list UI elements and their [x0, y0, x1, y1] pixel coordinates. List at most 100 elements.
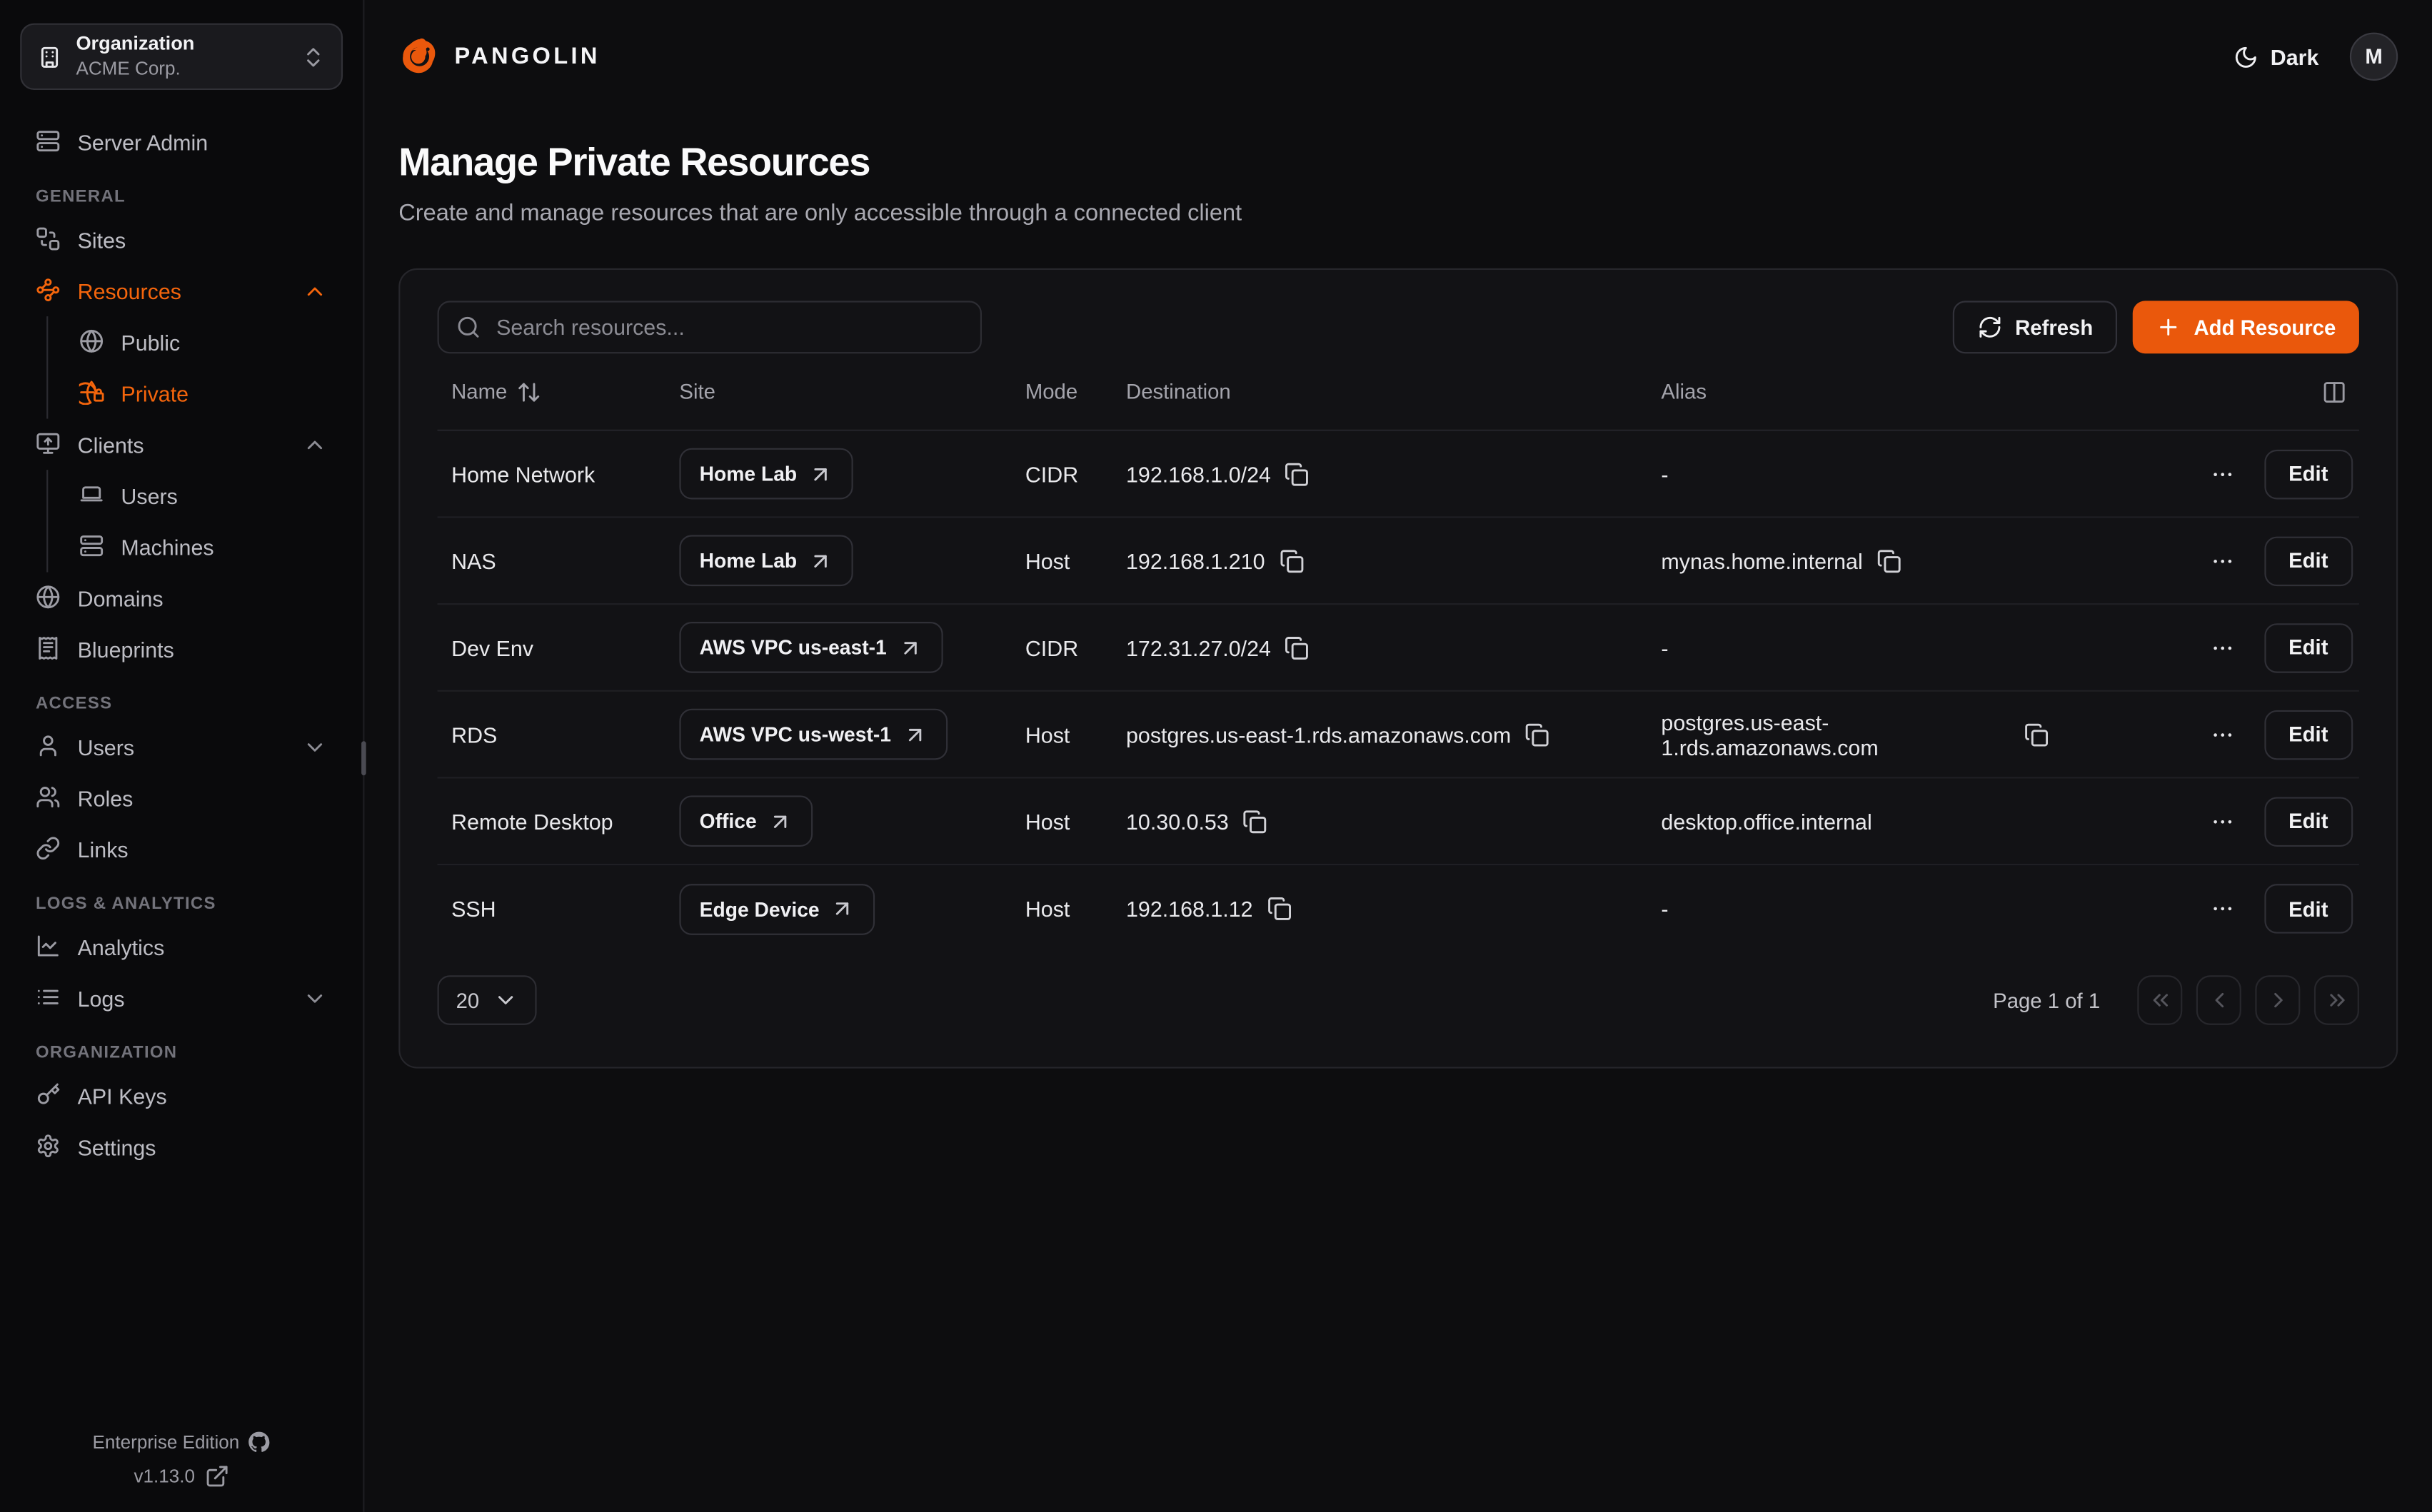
row-menu-button[interactable] [2206, 458, 2237, 489]
github-icon[interactable] [248, 1431, 270, 1453]
sidebar-subitem-users[interactable]: Users [64, 470, 343, 521]
cell-destination: 192.168.1.12 [1126, 897, 1661, 922]
cell-site: Home Lab [679, 448, 1025, 500]
cell-site: AWS VPC us-east-1 [679, 622, 1025, 673]
copy-destination-button[interactable] [1525, 722, 1550, 747]
page-title: Manage Private Resources [398, 141, 2398, 186]
chevron-down-icon[interactable] [303, 985, 328, 1010]
chevron-down-icon [493, 988, 518, 1013]
user-avatar[interactable]: M [2350, 33, 2398, 81]
edit-button[interactable]: Edit [2263, 449, 2353, 499]
sidebar-footer: Enterprise Edition v1.13.0 [0, 1425, 363, 1512]
table-row-ssh: SSHEdge Device Host192.168.1.12- Edit [438, 865, 2359, 952]
arrow-up-right-icon [830, 897, 855, 922]
pagination: 20 Page 1 of 1 [438, 975, 2359, 1067]
sidebar-nav: Server Admin GENERAL SitesResourcesPublicP… [0, 90, 363, 1425]
cell-destination: 192.168.1.0/24 [1126, 461, 1661, 486]
row-menu-button[interactable] [2206, 719, 2237, 750]
cell-site: AWS VPC us-west-1 [679, 709, 1025, 760]
sidebar-item-resources[interactable]: Resources [20, 265, 343, 316]
row-menu-button[interactable] [2206, 545, 2237, 576]
row-menu-button[interactable] [2206, 805, 2237, 836]
key-icon [36, 1082, 62, 1109]
site-link-office[interactable]: Office [679, 795, 812, 847]
copy-destination-button[interactable] [1279, 548, 1304, 573]
sidebar-item-analytics[interactable]: Analytics [20, 921, 343, 972]
column-header-name[interactable]: Name [438, 379, 680, 404]
sidebar-item-clients[interactable]: Clients [20, 418, 343, 470]
sidebar-item-server-admin[interactable]: Server Admin [20, 116, 343, 168]
site-link-aws-vpc-us-east-1[interactable]: AWS VPC us-east-1 [679, 622, 943, 673]
copy-destination-button[interactable] [1285, 635, 1310, 660]
chevron-up-icon[interactable] [303, 432, 328, 457]
org-selector[interactable]: Organization ACME Corp. [20, 24, 343, 90]
table-header: NameSiteModeDestinationAlias [438, 353, 2359, 431]
table-row-nas: NASHome LabHost192.168.1.210mynas.home.i… [438, 518, 2359, 605]
chevron-left-icon [2206, 988, 2231, 1013]
site-link-home-lab[interactable]: Home Lab [679, 448, 853, 500]
edit-button[interactable]: Edit [2263, 623, 2353, 672]
cell-name: SSH [438, 897, 680, 922]
edit-button[interactable]: Edit [2263, 884, 2353, 934]
first-page-button[interactable] [2137, 975, 2182, 1025]
refresh-button[interactable]: Refresh [1953, 301, 2118, 353]
arrow-up-right-icon [902, 722, 927, 747]
last-page-button[interactable] [2314, 975, 2359, 1025]
link-icon [36, 836, 62, 862]
edit-button[interactable]: Edit [2263, 710, 2353, 760]
globe-icon [36, 585, 62, 611]
sort-icon[interactable] [516, 379, 541, 404]
sidebar-item-domains[interactable]: Domains [20, 573, 343, 624]
edit-button[interactable]: Edit [2263, 796, 2353, 846]
cell-mode: Host [1025, 897, 1126, 922]
gear-icon [36, 1134, 62, 1160]
sidebar-item-logs[interactable]: Logs [20, 972, 343, 1024]
sidebar-item-sites[interactable]: Sites [20, 214, 343, 266]
copy-alias-button[interactable] [2024, 722, 2049, 747]
copy-destination-button[interactable] [1242, 809, 1267, 834]
cell-mode: Host [1025, 809, 1126, 834]
sidebar-item-links[interactable]: Links [20, 823, 343, 875]
combine-icon [36, 226, 62, 253]
toggle-columns-button[interactable] [2322, 379, 2347, 404]
copy-destination-button[interactable] [1267, 897, 1292, 922]
copy-destination-button[interactable] [1285, 461, 1310, 486]
sidebar-subitem-private[interactable]: Private [64, 368, 343, 419]
search-input[interactable] [493, 313, 963, 341]
site-link-home-lab[interactable]: Home Lab [679, 535, 853, 586]
row-menu-button[interactable] [2206, 893, 2237, 924]
previous-page-button[interactable] [2196, 975, 2241, 1025]
theme-toggle[interactable]: Dark [2233, 44, 2319, 69]
globe-icon [79, 329, 106, 356]
table-body: Home NetworkHome LabCIDR192.168.1.0/24-E… [438, 431, 2359, 952]
sidebar-subitem-public[interactable]: Public [64, 316, 343, 368]
add-resource-button[interactable]: Add Resource [2134, 301, 2359, 353]
chevron-down-icon[interactable] [303, 735, 328, 760]
chevron-up-icon[interactable] [303, 278, 328, 303]
cell-alias: - [1661, 897, 2049, 922]
sidebar-section-general: GENERAL [36, 188, 343, 206]
row-menu-button[interactable] [2206, 632, 2237, 662]
sidebar-item-api-keys[interactable]: API Keys [20, 1070, 343, 1122]
sidebar-item-roles[interactable]: Roles [20, 772, 343, 824]
next-page-button[interactable] [2255, 975, 2300, 1025]
cell-mode: CIDR [1025, 635, 1126, 660]
sidebar-item-blueprints[interactable]: Blueprints [20, 623, 343, 675]
cell-destination: 172.31.27.0/24 [1126, 635, 1661, 660]
version-label[interactable]: v1.13.0 [0, 1459, 363, 1493]
edit-button[interactable]: Edit [2263, 535, 2353, 585]
sidebar-subitem-machines[interactable]: Machines [64, 521, 343, 573]
site-link-aws-vpc-us-west-1[interactable]: AWS VPC us-west-1 [679, 709, 947, 760]
cell-mode: Host [1025, 548, 1126, 573]
laptop-icon [79, 483, 106, 509]
sidebar-resize-handle[interactable] [361, 741, 366, 775]
brand[interactable]: PANGOLIN [398, 36, 601, 78]
sidebar-item-users[interactable]: Users [20, 721, 343, 772]
search-box [438, 301, 982, 353]
site-link-edge-device[interactable]: Edge Device [679, 883, 875, 934]
topbar: PANGOLIN Dark M [398, 0, 2398, 114]
copy-alias-button[interactable] [1876, 548, 1901, 573]
chart-icon [36, 934, 62, 960]
page-size-select[interactable]: 20 [438, 975, 537, 1025]
sidebar-item-settings[interactable]: Settings [20, 1121, 343, 1172]
